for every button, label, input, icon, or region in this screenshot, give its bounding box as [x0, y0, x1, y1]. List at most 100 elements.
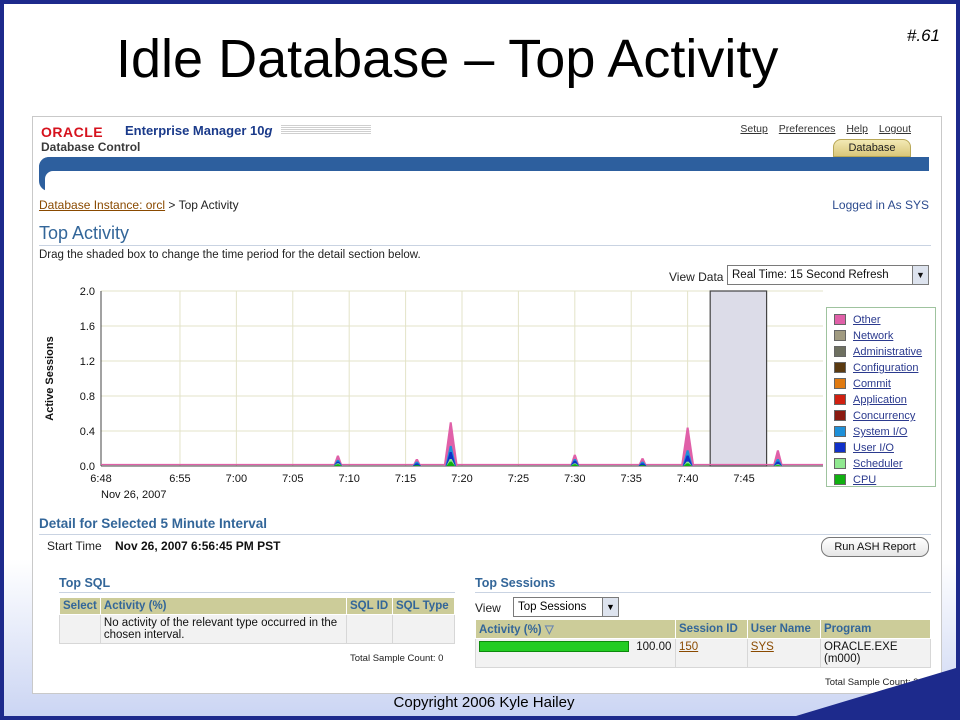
- y-tick-label: 2.0: [80, 286, 95, 298]
- col-program[interactable]: Program: [820, 619, 931, 639]
- tab-database[interactable]: Database: [833, 139, 911, 157]
- slide-title: Idle Database – Top Activity: [116, 29, 779, 89]
- top-sql-total: Total Sample Count: 0: [350, 653, 444, 664]
- em-screenshot: ORACLE Enterprise Manager 10g Database C…: [32, 116, 942, 694]
- breadcrumb-instance-link[interactable]: Database Instance: orcl: [39, 198, 165, 212]
- legend-label[interactable]: Concurrency: [853, 409, 915, 423]
- chart-legend: Other Network Administrative Configuration C…: [826, 307, 936, 487]
- active-sessions-chart: 2.0 1.6 1.2 0.8 0.4 0.06:48 6:55 7:00 7:05 7:10 7:…: [44, 286, 823, 501]
- legend-swatch: [834, 458, 846, 469]
- header-hatch: [281, 125, 371, 135]
- top-sessions-heading: Top Sessions: [475, 576, 556, 590]
- col-session-activity-label: Activity (%): [479, 624, 542, 636]
- legend-swatch: [834, 474, 846, 485]
- sessions-view-value: Top Sessions: [518, 601, 587, 613]
- slide-number: #.61: [906, 26, 940, 45]
- legend-item[interactable]: Scheduler: [827, 456, 935, 472]
- legend-item[interactable]: Other: [827, 312, 935, 328]
- detail-rule: [39, 534, 931, 535]
- global-links: Setup Preferences Help Logout: [732, 123, 911, 135]
- top-sessions-rule: [475, 592, 931, 593]
- user-name-cell: SYS: [746, 638, 822, 668]
- x-tick-label: 6:55: [169, 473, 190, 485]
- legend-label[interactable]: Configuration: [853, 361, 918, 375]
- legend-item[interactable]: Administrative: [827, 344, 935, 360]
- top-sql-table: Select Activity (%) SQL ID SQL Type No a…: [59, 597, 455, 644]
- help-link[interactable]: Help: [846, 123, 868, 135]
- top-sql-rule: [59, 592, 455, 593]
- em-title-suffix: g: [264, 123, 273, 138]
- y-axis-label: Active Sessions: [44, 336, 56, 420]
- session-id-link[interactable]: 150: [679, 641, 698, 653]
- legend-item[interactable]: User I/O: [827, 440, 935, 456]
- x-tick-label: 6:48: [90, 473, 111, 485]
- program-cell: ORACLE.EXE (m000): [820, 638, 931, 668]
- x-tick-label: 7:35: [621, 473, 642, 485]
- col-sql-id[interactable]: SQL ID: [346, 597, 393, 615]
- legend-item[interactable]: Concurrency: [827, 408, 935, 424]
- legend-label[interactable]: User I/O: [853, 441, 894, 455]
- chevron-down-icon[interactable]: ▼: [912, 266, 928, 284]
- legend-label[interactable]: Commit: [853, 377, 891, 391]
- user-name-link[interactable]: SYS: [751, 641, 774, 653]
- header-bar: [39, 157, 929, 171]
- legend-label[interactable]: Network: [853, 329, 893, 343]
- session-id-cell: 150: [675, 638, 748, 668]
- breadcrumb-separator: >: [168, 198, 176, 212]
- y-tick-label: 0.4: [80, 426, 95, 438]
- sql-id-cell: [346, 614, 393, 644]
- y-tick-label: 0.8: [80, 391, 95, 403]
- activity-bar: [479, 641, 629, 653]
- x-tick-label: 7:15: [395, 473, 416, 485]
- legend-swatch: [834, 410, 846, 421]
- start-time-value: Nov 26, 2007 6:56:45 PM PST: [115, 539, 281, 553]
- corner-decoration: [796, 668, 956, 716]
- legend-label[interactable]: System I/O: [853, 425, 907, 439]
- instruction-text: Drag the shaded box to change the time p…: [39, 249, 421, 261]
- legend-swatch: [834, 314, 846, 325]
- chevron-down-icon[interactable]: ▼: [602, 598, 618, 616]
- oracle-logo: ORACLE: [41, 124, 104, 140]
- legend-item[interactable]: CPU: [827, 472, 935, 488]
- col-sql-type[interactable]: SQL Type: [392, 597, 455, 615]
- legend-label[interactable]: CPU: [853, 473, 876, 487]
- start-time-label: Start Time: [47, 539, 102, 553]
- legend-item[interactable]: Configuration: [827, 360, 935, 376]
- x-tick-label: 7:45: [733, 473, 754, 485]
- y-tick-label: 0.0: [80, 461, 95, 473]
- top-sql-heading: Top SQL: [59, 576, 111, 590]
- legend-swatch: [834, 378, 846, 389]
- legend-item[interactable]: Commit: [827, 376, 935, 392]
- setup-link[interactable]: Setup: [740, 123, 767, 135]
- legend-label[interactable]: Scheduler: [853, 457, 903, 471]
- page-title: Top Activity: [39, 223, 130, 243]
- x-tick-label: 7:10: [338, 473, 359, 485]
- logged-in-status: Logged in As SYS: [832, 198, 929, 212]
- legend-item[interactable]: System I/O: [827, 424, 935, 440]
- legend-label[interactable]: Other: [853, 313, 881, 327]
- col-session-id[interactable]: Session ID: [675, 619, 748, 639]
- top-sessions-table: Activity (%) ▽ Session ID User Name Prog…: [475, 619, 931, 668]
- sql-empty-message: No activity of the relevant type occurre…: [99, 614, 348, 644]
- logout-link[interactable]: Logout: [879, 123, 911, 135]
- legend-swatch: [834, 330, 846, 341]
- legend-swatch: [834, 346, 846, 357]
- legend-swatch: [834, 442, 846, 453]
- legend-label[interactable]: Administrative: [853, 345, 922, 359]
- sort-desc-icon: ▽: [544, 624, 554, 636]
- breadcrumb: Database Instance: orcl > Top Activity: [39, 198, 239, 212]
- x-date-label: Nov 26, 2007: [101, 489, 166, 501]
- preferences-link[interactable]: Preferences: [779, 123, 836, 135]
- em-title: Enterprise Manager 10g: [125, 123, 272, 138]
- col-activity[interactable]: Activity (%): [99, 597, 348, 615]
- legend-label[interactable]: Application: [853, 393, 907, 407]
- run-ash-report-button[interactable]: Run ASH Report: [821, 537, 929, 557]
- col-user-name[interactable]: User Name: [746, 619, 822, 639]
- legend-item[interactable]: Application: [827, 392, 935, 408]
- col-select[interactable]: Select: [59, 597, 101, 615]
- sessions-view-select[interactable]: Top Sessions ▼: [513, 597, 619, 617]
- col-session-activity[interactable]: Activity (%) ▽: [475, 619, 676, 639]
- sql-select-cell: [59, 614, 101, 644]
- breadcrumb-current: Top Activity: [178, 198, 239, 212]
- legend-item[interactable]: Network: [827, 328, 935, 344]
